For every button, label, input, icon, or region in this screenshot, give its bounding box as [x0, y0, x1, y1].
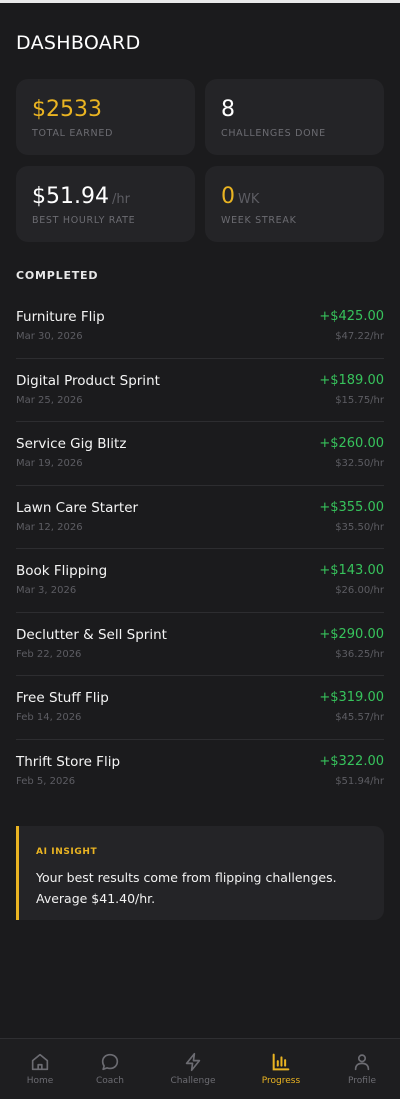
challenge-rate: $26.00/hr	[335, 585, 384, 596]
challenge-rate: $47.22/hr	[335, 331, 384, 342]
completed-row[interactable]: Furniture Flip Mar 30, 2026 +$425.00 $47…	[16, 295, 384, 359]
best-hourly-rate-value: $51.94/hr	[32, 183, 130, 214]
ai-insight-card: AI INSIGHT Your best results come from f…	[16, 826, 384, 920]
stat-card-week-streak: 0 WK WEEK STREAK	[205, 166, 384, 242]
challenge-amount: +$260.00	[319, 436, 384, 451]
challenge-date: Mar 19, 2026	[16, 458, 83, 469]
completed-row[interactable]: Declutter & Sell Sprint Feb 22, 2026 +$2…	[16, 613, 384, 676]
status-bar-strip	[0, 0, 400, 3]
challenge-name: Book Flipping	[16, 563, 108, 579]
challenge-amount: +$425.00	[319, 309, 384, 324]
challenge-amount: +$319.00	[319, 690, 384, 705]
page-title: DASHBOARD	[16, 32, 141, 54]
challenge-rate: $51.94/hr	[335, 775, 384, 787]
challenge-name: Free Stuff Flip	[16, 690, 109, 706]
challenge-name: Lawn Care Starter	[16, 499, 139, 516]
tab-coach[interactable]: Coach	[70, 1039, 150, 1099]
challenge-name: Service Gig Blitz	[16, 436, 127, 452]
challenges-done-label: CHALLENGES DONE	[221, 128, 326, 139]
challenge-name: Declutter & Sell Sprint	[16, 626, 167, 643]
stat-card-best-hourly-rate: $51.94/hr BEST HOURLY RATE	[16, 166, 195, 242]
week-streak-label: WEEK STREAK	[221, 215, 297, 226]
challenge-rate: $35.50/hr	[335, 521, 384, 533]
completed-row[interactable]: Free Stuff Flip Feb 14, 2026 +$319.00 $4…	[16, 676, 384, 740]
completed-list: Furniture Flip Mar 30, 2026 +$425.00 $47…	[16, 295, 384, 803]
completed-row[interactable]: Book Flipping Mar 3, 2026 +$143.00 $26.0…	[16, 549, 384, 613]
challenge-date: Feb 5, 2026	[16, 775, 76, 787]
total-earned-value: $2533	[32, 97, 102, 122]
challenge-amount: +$189.00	[319, 372, 384, 388]
challenge-name: Furniture Flip	[16, 309, 105, 325]
bar-chart-icon	[272, 1053, 290, 1071]
challenge-rate: $36.25/hr	[335, 648, 384, 660]
best-hourly-rate-unit: /hr	[111, 192, 130, 207]
challenge-name: Thrift Store Flip	[16, 753, 121, 770]
ai-insight-tag: AI INSIGHT	[36, 847, 98, 857]
tab-coach-label: Coach	[96, 1076, 124, 1086]
tab-challenge[interactable]: Challenge	[153, 1039, 233, 1099]
user-icon	[354, 1054, 370, 1071]
challenge-amount: +$143.00	[319, 563, 384, 578]
tab-profile-label: Profile	[348, 1076, 376, 1086]
challenge-date: Feb 14, 2026	[16, 712, 82, 723]
ai-insight-text: Your best results come from flipping cha…	[36, 870, 337, 906]
challenge-date: Mar 3, 2026	[16, 585, 77, 596]
total-earned-label: TOTAL EARNED	[32, 128, 114, 139]
chat-bubble-icon	[101, 1053, 119, 1071]
home-icon	[31, 1053, 49, 1071]
completed-row[interactable]: Thrift Store Flip Feb 5, 2026 +$322.00 $…	[16, 740, 384, 804]
challenge-amount: +$322.00	[319, 753, 384, 769]
challenge-rate: $15.75/hr	[335, 394, 384, 406]
bottom-tab-bar: Home Coach Challenge Progress Profile	[0, 1038, 400, 1099]
challenge-date: Mar 30, 2026	[16, 331, 83, 342]
week-streak-unit: WK	[238, 192, 260, 207]
challenge-date: Mar 12, 2026	[16, 521, 83, 533]
completed-row[interactable]: Digital Product Sprint Mar 25, 2026 +$18…	[16, 359, 384, 422]
completed-row[interactable]: Lawn Care Starter Mar 12, 2026 +$355.00 …	[16, 486, 384, 549]
tab-progress-label: Progress	[261, 1076, 301, 1086]
week-streak-number: 0	[221, 184, 235, 209]
tab-challenge-label: Challenge	[170, 1076, 216, 1086]
completed-row[interactable]: Service Gig Blitz Mar 19, 2026 +$260.00 …	[16, 422, 384, 486]
tab-home[interactable]: Home	[0, 1039, 80, 1099]
best-hourly-rate-amount: $51.94	[32, 184, 109, 209]
challenge-name: Digital Product Sprint	[16, 372, 160, 389]
best-hourly-rate-label: BEST HOURLY RATE	[32, 215, 136, 226]
stat-card-total-earned: $2533 TOTAL EARNED	[16, 79, 195, 155]
challenge-date: Feb 22, 2026	[16, 648, 82, 660]
tab-home-label: Home	[26, 1076, 54, 1086]
week-streak-value: 0 WK	[221, 183, 259, 214]
tab-profile[interactable]: Profile	[322, 1039, 400, 1099]
challenge-date: Mar 25, 2026	[16, 394, 83, 406]
completed-section-title: COMPLETED	[16, 269, 99, 282]
stat-card-challenges-done: 8 CHALLENGES DONE	[205, 79, 384, 155]
challenge-rate: $32.50/hr	[335, 458, 384, 469]
challenge-amount: +$355.00	[319, 499, 384, 515]
challenge-rate: $45.57/hr	[335, 712, 384, 723]
lightning-icon	[185, 1052, 201, 1072]
challenge-amount: +$290.00	[319, 626, 384, 642]
challenges-done-value: 8	[221, 97, 235, 122]
tab-progress[interactable]: Progress	[241, 1039, 321, 1099]
